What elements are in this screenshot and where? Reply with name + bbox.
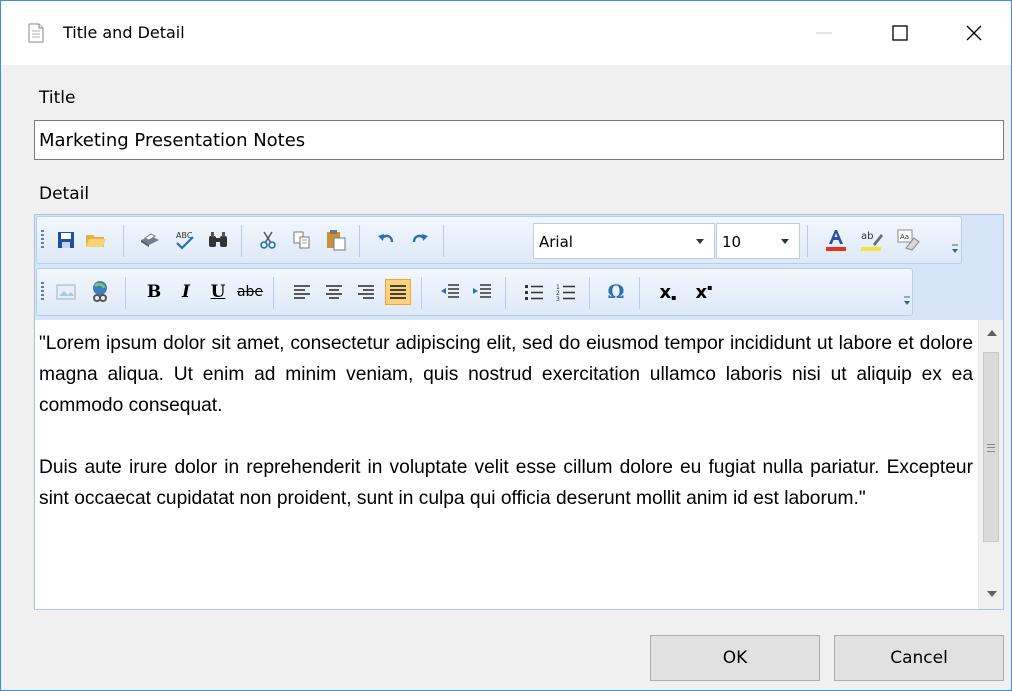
paragraph: Duis aute irure dolor in reprehenderit i…: [39, 457, 973, 509]
paragraph: "Lorem ipsum dolor sit amet, consectetur…: [39, 333, 973, 416]
vertical-scrollbar[interactable]: [978, 320, 1003, 609]
bold-icon: B: [146, 282, 162, 302]
toolbar-grip[interactable]: [41, 282, 44, 302]
align-left-icon[interactable]: [289, 279, 315, 305]
italic-icon: I: [182, 282, 190, 302]
italic-button[interactable]: I: [173, 279, 199, 305]
subscript-button[interactable]: x▪: [655, 279, 681, 305]
redo-icon[interactable]: [407, 227, 433, 253]
font-size-select[interactable]: 10: [716, 223, 800, 259]
superscript-icon: x▪: [695, 281, 713, 303]
font-color-icon[interactable]: [823, 227, 849, 253]
title-label: Title: [39, 88, 76, 108]
indent-icon[interactable]: [469, 279, 495, 305]
align-right-icon[interactable]: [353, 279, 379, 305]
bold-button[interactable]: B: [141, 279, 167, 305]
maximize-icon: [892, 25, 908, 41]
minimize-icon: [816, 32, 832, 34]
title-input[interactable]: Marketing Presentation Notes: [34, 120, 1004, 160]
ok-button[interactable]: OK: [650, 635, 820, 681]
close-icon: [966, 25, 982, 41]
toolbar-area: ABC Arial 10 ab Aa B I U abe 1 2 3 Ω x▪ …: [35, 215, 1003, 320]
outdent-icon[interactable]: [437, 279, 463, 305]
underline-icon: U: [210, 282, 226, 302]
scroll-up-icon[interactable]: [987, 330, 997, 336]
window-title: Title and Detail: [63, 23, 185, 42]
insert-link-icon[interactable]: [87, 279, 113, 305]
svg-text:3: 3: [556, 296, 560, 301]
minimize-button[interactable]: [801, 15, 847, 51]
cancel-button[interactable]: Cancel: [834, 635, 1004, 681]
scroll-down-icon[interactable]: [987, 591, 997, 597]
chevron-down-icon: [781, 239, 789, 244]
superscript-button[interactable]: x▪: [691, 279, 717, 305]
paste-icon[interactable]: [323, 227, 349, 253]
font-name-select[interactable]: Arial: [533, 223, 715, 259]
toolbar-overflow-icon[interactable]: [951, 239, 959, 255]
toolbar-row-1: ABC Arial 10 ab Aa: [36, 216, 962, 264]
omega-icon: Ω: [607, 281, 625, 303]
spell-check-icon[interactable]: ABC: [171, 227, 197, 253]
toolbar-grip[interactable]: [41, 230, 44, 250]
open-folder-icon[interactable]: [83, 227, 109, 253]
save-icon[interactable]: [53, 227, 79, 253]
strikethrough-button[interactable]: abe: [237, 279, 263, 305]
maximize-button[interactable]: [877, 15, 923, 51]
toolbar-row-2: B I U abe 1 2 3 Ω x▪ x▪: [36, 268, 913, 316]
chevron-down-icon: [696, 239, 704, 244]
dialog-window: Title and Detail Title Marketing Present…: [0, 0, 1012, 691]
strikethrough-icon: abe: [236, 284, 264, 300]
highlight-color-icon[interactable]: ab: [859, 227, 885, 253]
document-icon: [28, 23, 44, 43]
insert-image-icon[interactable]: [53, 279, 79, 305]
clear-format-icon[interactable]: Aa: [895, 227, 921, 253]
bullet-list-icon[interactable]: [521, 279, 547, 305]
insert-symbol-button[interactable]: Ω: [603, 279, 629, 305]
svg-text:Aa: Aa: [900, 233, 909, 241]
detail-label: Detail: [39, 184, 90, 204]
title-bar: Title and Detail: [1, 1, 1011, 65]
numbered-list-icon[interactable]: 123: [553, 279, 579, 305]
undo-icon[interactable]: [373, 227, 399, 253]
align-center-icon[interactable]: [321, 279, 347, 305]
find-icon[interactable]: [205, 227, 231, 253]
align-justify-icon[interactable]: [385, 279, 411, 305]
rich-text-editor: ABC Arial 10 ab Aa B I U abe 1 2 3 Ω x▪ …: [34, 214, 1004, 610]
cut-icon[interactable]: [255, 227, 281, 253]
subscript-icon: x▪: [659, 281, 677, 303]
scroll-grip-icon: [987, 444, 995, 452]
copy-icon[interactable]: [289, 227, 315, 253]
print-icon[interactable]: [137, 227, 163, 253]
font-size-value: 10: [722, 233, 742, 251]
close-button[interactable]: [951, 15, 997, 51]
svg-text:ab: ab: [861, 231, 873, 242]
toolbar-overflow-icon[interactable]: [903, 291, 911, 307]
underline-button[interactable]: U: [205, 279, 231, 305]
detail-text-area[interactable]: "Lorem ipsum dolor sit amet, consectetur…: [35, 320, 977, 609]
font-name-value: Arial: [539, 233, 573, 251]
